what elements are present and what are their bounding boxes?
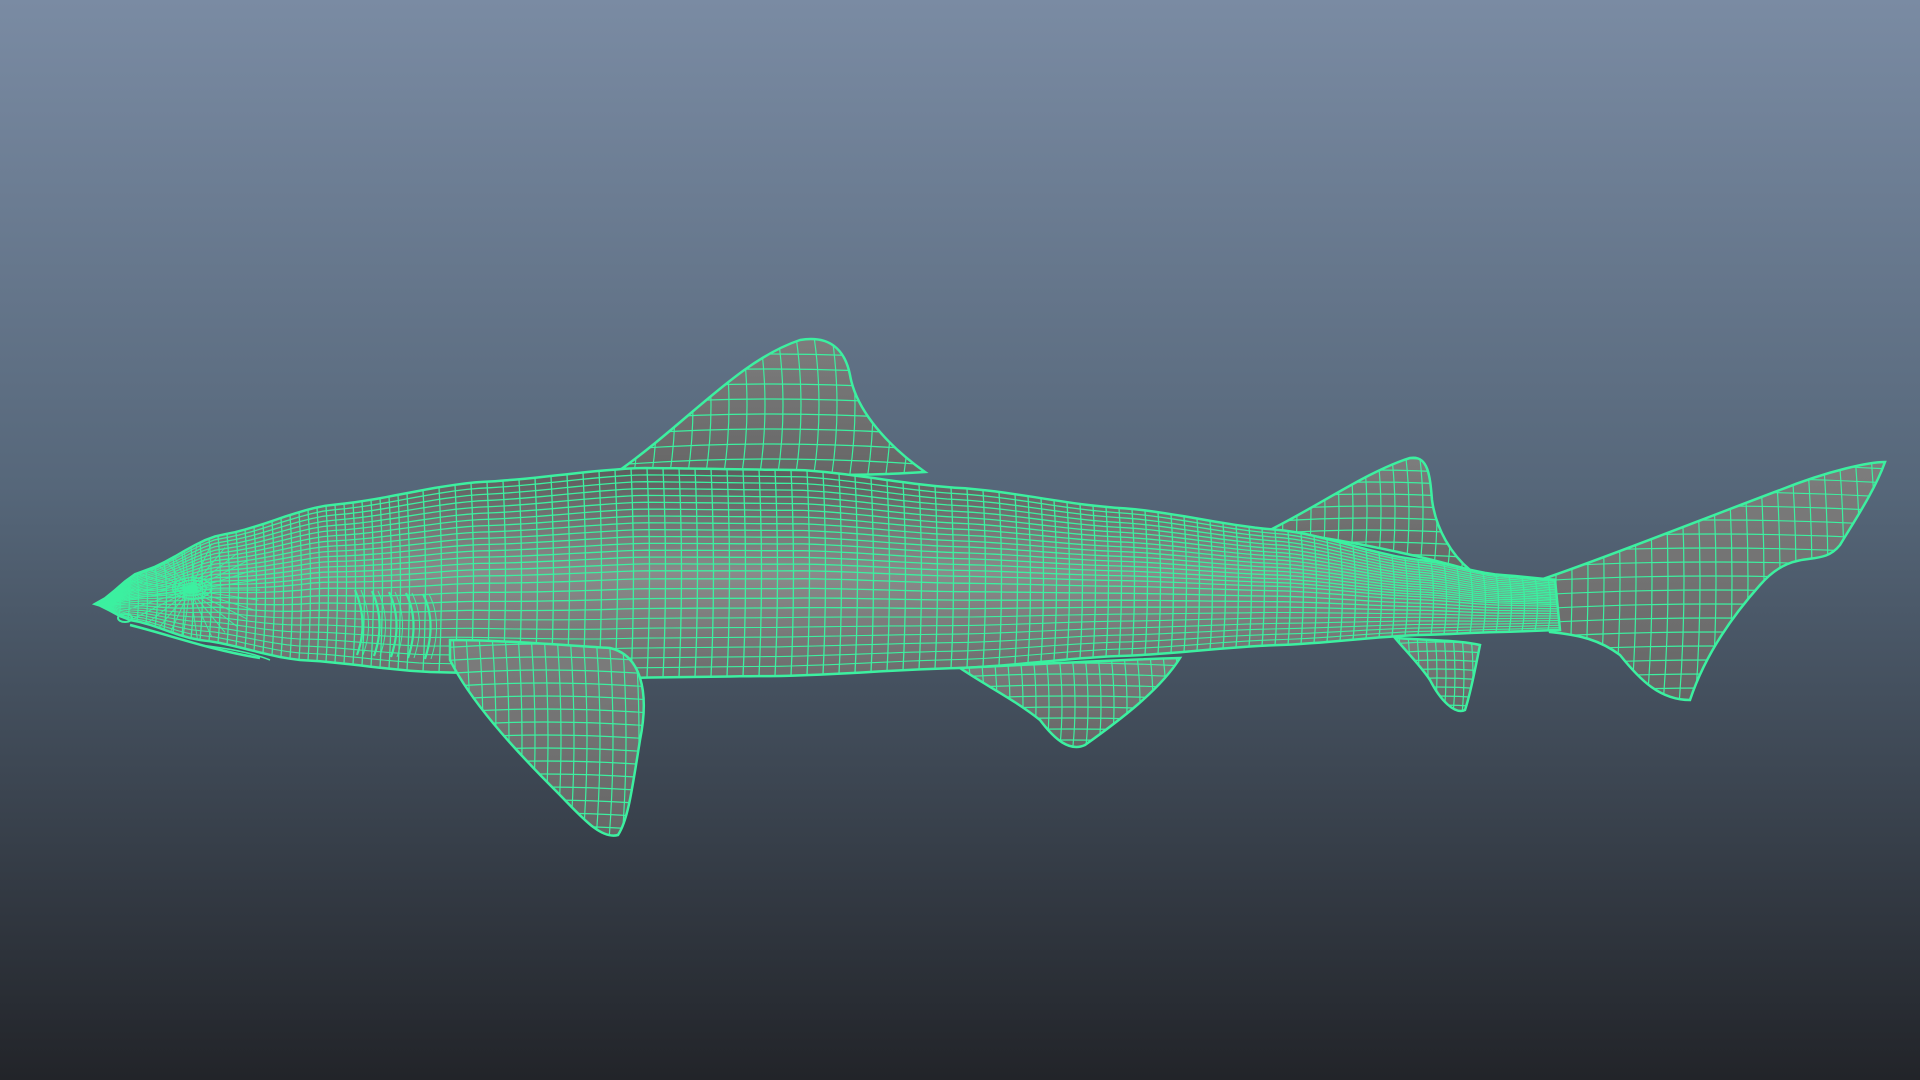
pelvic-fin[interactable] <box>955 652 1185 755</box>
viewport-scene[interactable] <box>0 0 1920 1080</box>
caudal-fin[interactable] <box>1535 450 1892 705</box>
eye <box>171 576 213 600</box>
3d-viewport[interactable] <box>0 0 1920 1080</box>
pectoral-fin[interactable] <box>440 631 652 840</box>
anal-fin[interactable] <box>1390 633 1485 715</box>
dorsal-fin[interactable] <box>615 324 930 480</box>
shark-mesh-model[interactable] <box>91 324 1892 840</box>
